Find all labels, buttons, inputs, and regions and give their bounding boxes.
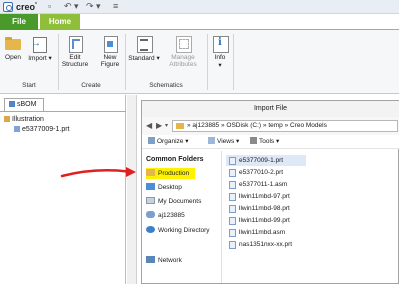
customize-toolbar-icon[interactable]: ≡ <box>113 1 118 11</box>
folder-icon <box>176 123 184 129</box>
part-file-icon <box>229 157 236 165</box>
tab-file[interactable]: File <box>0 14 38 30</box>
save-icon[interactable]: ▫ <box>48 1 51 11</box>
file-list: e5377009-1.prt e5377010-2.prt e5377011-1… <box>224 151 398 283</box>
list-item[interactable]: e5377009-1.prt <box>226 155 306 166</box>
import-button[interactable]: Import ▾ <box>26 34 54 62</box>
back-icon[interactable]: ◀ <box>146 121 152 130</box>
title-bar: creo° ▫ ↶ ▾ ↷ ▾ ≡ <box>0 0 399 14</box>
network-icon <box>146 256 155 263</box>
nav-item-network[interactable]: Network <box>146 255 182 266</box>
part-file-icon <box>229 193 236 201</box>
group-label-schematics: Schematics <box>149 82 183 89</box>
redo-dropdown-icon[interactable]: ▾ <box>96 1 101 12</box>
tab-sbom[interactable]: sBOM <box>4 98 44 111</box>
views-button[interactable]: Views ▾ <box>208 137 239 147</box>
group-label-start: Start <box>22 82 36 89</box>
ribbon-tabs: File Home <box>0 14 399 30</box>
manage-attributes-icon <box>174 34 192 53</box>
organize-button[interactable]: Organize ▾ <box>148 137 188 147</box>
open-folder-icon <box>4 34 22 52</box>
list-item[interactable]: e5377010-2.prt <box>226 167 283 178</box>
list-item[interactable]: nas1351nxx-xx.prt <box>226 239 292 250</box>
creo-logo-icon <box>3 2 13 12</box>
group-divider <box>233 34 234 90</box>
open-button[interactable]: Open <box>4 34 22 61</box>
nav-item-working-directory[interactable]: Working Directory <box>146 225 210 236</box>
import-file-dialog: Import File ◀ ▶ ▾ » aj123885 » OSDisk (C… <box>141 100 399 284</box>
dialog-toolbar: Organize ▾ Views ▾ Tools ▾ <box>142 135 399 149</box>
group-divider <box>207 34 208 90</box>
tools-icon <box>250 137 257 144</box>
dialog-title: Import File <box>142 101 399 117</box>
common-folders-pane: Common Folders Production Desktop My Doc… <box>142 151 222 283</box>
nav-item-my-documents[interactable]: My Documents <box>146 196 201 207</box>
nav-item-user[interactable]: aj123885 <box>146 210 185 221</box>
import-icon <box>31 34 49 53</box>
standard-icon <box>135 34 153 53</box>
list-item[interactable]: llwin11mbd-99.prt <box>226 215 290 226</box>
tree-item-illustration[interactable]: Illustration <box>4 115 126 125</box>
part-file-icon <box>229 241 236 249</box>
info-button[interactable]: Info▾ <box>210 34 230 69</box>
group-label-create: Create <box>81 82 101 89</box>
chevron-down-icon: ▾ <box>185 138 189 145</box>
assembly-file-icon <box>229 181 236 189</box>
standard-button[interactable]: Standard ▾ <box>127 34 161 62</box>
redo-icon[interactable]: ↷ <box>86 1 94 12</box>
undo-dropdown-icon[interactable]: ▾ <box>74 1 79 12</box>
new-figure-icon <box>101 34 119 53</box>
chevron-down-icon[interactable]: ▾ <box>165 122 168 129</box>
model-tree: Illustration e5377009-1.prt <box>0 111 126 281</box>
chevron-down-icon: ▾ <box>156 55 160 62</box>
user-icon <box>146 211 155 218</box>
chevron-down-icon: ▾ <box>236 138 240 145</box>
list-item[interactable]: e5377011-1.asm <box>226 179 287 190</box>
forward-icon[interactable]: ▶ <box>156 121 162 130</box>
address-bar: ◀ ▶ ▾ » aj123885 » OSDisk (C:) » temp » … <box>142 117 399 135</box>
tools-button[interactable]: Tools ▾ <box>250 137 279 147</box>
list-item[interactable]: llwin11mbd.asm <box>226 227 285 238</box>
ribbon: Open Import ▾ Start Edit Structure New F… <box>0 30 399 94</box>
app-name: creo° <box>16 2 38 12</box>
chevron-down-icon: ▾ <box>276 138 280 145</box>
model-tree-panel: sBOM Illustration e5377009-1.prt <box>0 95 126 284</box>
working-directory-icon <box>146 226 155 233</box>
part-icon <box>14 126 20 132</box>
part-file-icon <box>229 205 236 213</box>
breadcrumb-segment[interactable]: Creo Models <box>290 122 327 129</box>
undo-icon[interactable]: ↶ <box>64 1 72 12</box>
folder-icon <box>146 169 155 176</box>
annotation-arrow <box>60 167 136 178</box>
edit-structure-icon <box>66 34 84 53</box>
chevron-down-icon: ▾ <box>48 55 52 62</box>
manage-attributes-button[interactable]: Manage Attributes <box>164 34 202 68</box>
part-file-icon <box>229 217 236 225</box>
chevron-down-icon: ▾ <box>218 62 222 69</box>
nav-item-desktop[interactable]: Desktop <box>146 182 182 193</box>
sbom-icon <box>9 101 15 107</box>
documents-icon <box>146 197 155 204</box>
views-icon <box>208 137 215 144</box>
desktop-icon <box>146 183 155 190</box>
breadcrumb-segment[interactable]: OSDisk (C:) <box>226 122 261 129</box>
edit-structure-button[interactable]: Edit Structure <box>58 34 92 68</box>
breadcrumb-segment[interactable]: aj123885 <box>192 122 219 129</box>
panel-splitter[interactable] <box>127 95 137 284</box>
new-figure-button[interactable]: New Figure <box>96 34 124 68</box>
breadcrumb-segment[interactable]: temp <box>268 122 282 129</box>
list-item[interactable]: llwin11mbd-98.prt <box>226 203 290 214</box>
organize-icon <box>148 137 155 144</box>
info-icon <box>211 34 229 53</box>
assembly-file-icon <box>229 229 236 237</box>
nav-item-production[interactable]: Production <box>146 168 196 179</box>
part-file-icon <box>229 169 236 177</box>
common-folders-header: Common Folders <box>146 156 204 163</box>
tree-item-part[interactable]: e5377009-1.prt <box>4 125 126 135</box>
tab-home[interactable]: Home <box>40 14 80 30</box>
illustration-icon <box>4 116 10 122</box>
path-breadcrumb[interactable]: » aj123885 » OSDisk (C:) » temp » Creo M… <box>172 120 398 132</box>
list-item[interactable]: llwin11mbd-97.prt <box>226 191 290 202</box>
